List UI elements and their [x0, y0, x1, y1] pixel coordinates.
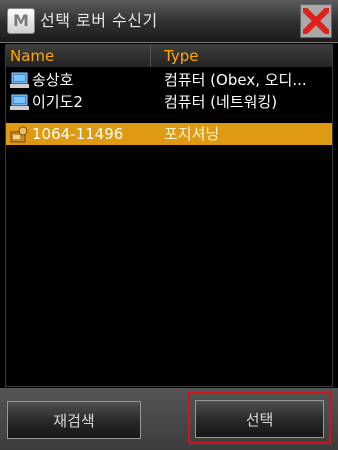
- computer-icon: [10, 94, 29, 110]
- computer-icon: [10, 72, 29, 88]
- device-name: 1064-11496: [32, 125, 124, 143]
- device-type: 컴퓨터 (Obex, 오디...: [164, 71, 307, 89]
- device-list[interactable]: Name Type 송상호 컴퓨터 (Obex, 오디... 이기도2 컴퓨터 …: [5, 44, 333, 387]
- select-button-highlight: 선택: [188, 392, 331, 444]
- list-item-selected[interactable]: 1064-11496 포지셔닝: [6, 123, 332, 145]
- device-type: 포지셔닝: [164, 125, 220, 143]
- title-bar: M 선택 로버 수신기: [0, 0, 338, 43]
- rescan-button[interactable]: 재검색: [7, 401, 141, 439]
- gps-receiver-icon: [10, 126, 28, 143]
- device-name: 송상호: [32, 71, 74, 89]
- device-name: 이기도2: [32, 93, 83, 111]
- device-type: 컴퓨터 (네트워킹): [164, 93, 278, 111]
- window-title: 선택 로버 수신기: [40, 11, 158, 30]
- app-logo-icon: M: [7, 8, 35, 34]
- list-item[interactable]: 이기도2 컴퓨터 (네트워킹): [6, 91, 332, 113]
- select-button[interactable]: 선택: [195, 400, 324, 438]
- column-header-type[interactable]: Type: [164, 45, 198, 67]
- column-header-name[interactable]: Name: [10, 45, 151, 67]
- button-bar: 재검색 선택: [0, 388, 338, 450]
- close-button[interactable]: [300, 4, 332, 38]
- list-header: Name Type: [6, 45, 332, 67]
- close-icon: [303, 8, 329, 34]
- list-item[interactable]: 송상호 컴퓨터 (Obex, 오디...: [6, 69, 332, 91]
